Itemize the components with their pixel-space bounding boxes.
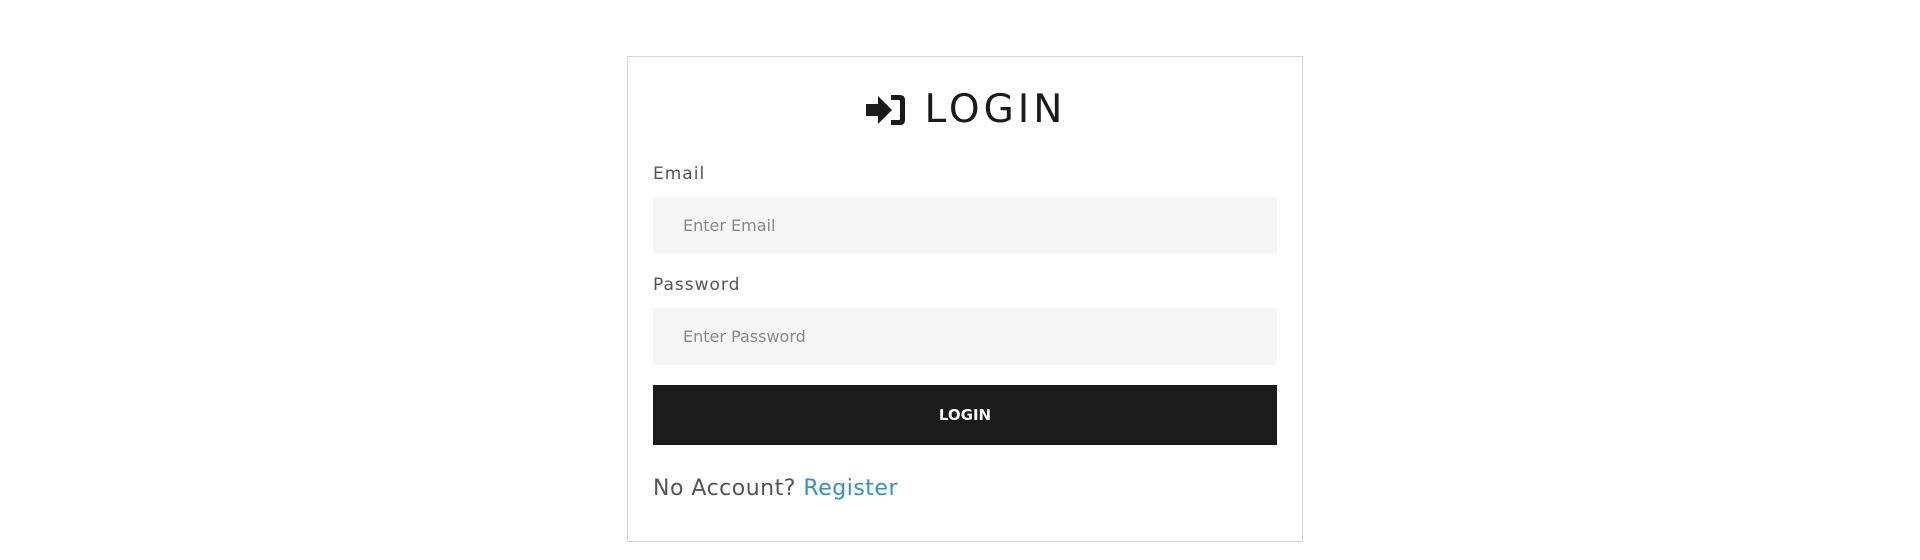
- register-prompt: No Account? Register: [653, 475, 1277, 503]
- no-account-text: No Account?: [653, 476, 796, 501]
- login-form: LOGIN Email Password LOGIN No Account? R…: [653, 57, 1277, 503]
- email-field[interactable]: [653, 197, 1277, 254]
- password-label: Password: [653, 275, 741, 295]
- login-card: LOGIN Email Password LOGIN No Account? R…: [627, 56, 1303, 542]
- password-field[interactable]: [653, 308, 1277, 365]
- page: LOGIN Email Password LOGIN No Account? R…: [0, 0, 1920, 560]
- login-header: LOGIN: [653, 85, 1277, 135]
- login-button[interactable]: LOGIN: [653, 385, 1277, 445]
- page-title: LOGIN: [924, 87, 1067, 132]
- register-link[interactable]: Register: [803, 476, 898, 501]
- email-label: Email: [653, 164, 706, 184]
- sign-in-icon: [864, 92, 907, 128]
